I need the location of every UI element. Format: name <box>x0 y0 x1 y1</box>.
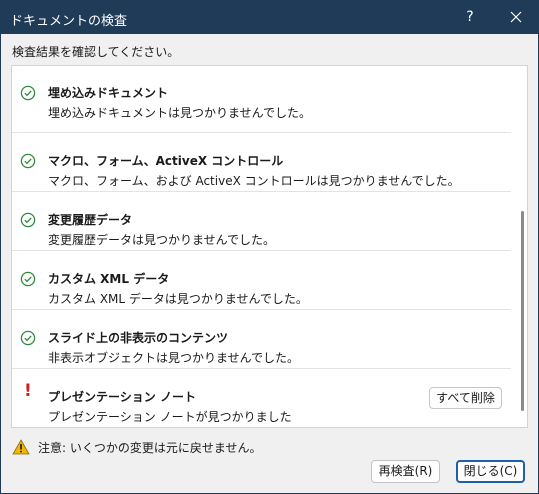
check-circle-icon <box>20 212 36 228</box>
close-button[interactable]: 閉じる(C) <box>456 460 525 483</box>
check-circle-icon <box>20 153 36 169</box>
result-description: マクロ、フォーム、および ActiveX コントロールは見つかりませんでした。 <box>48 174 460 188</box>
window-title: ドキュメントの検査 <box>10 14 128 29</box>
reinspect-button[interactable]: 再検査(R) <box>371 460 440 483</box>
document-inspector-dialog: ドキュメントの検査 ? 検査結果を確認してください。 埋め込みドキュメント 埋め… <box>0 0 539 494</box>
result-item-revision-history: 変更履歴データ 変更履歴データは見つかりませんでした。 <box>12 192 511 251</box>
check-circle-icon <box>20 330 36 346</box>
result-title: プレゼンテーション ノート <box>48 390 196 404</box>
exclamation-icon: ! <box>24 381 32 401</box>
result-item-hidden-slide-content: スライド上の非表示のコンテンツ 非表示オブジェクトは見つかりませんでした。 <box>12 310 511 369</box>
check-circle-icon <box>20 85 36 101</box>
result-item-custom-xml: カスタム XML データ カスタム XML データは見つかりませんでした。 <box>12 251 511 310</box>
result-description: 非表示オブジェクトは見つかりませんでした。 <box>48 351 300 365</box>
result-description: 変更履歴データは見つかりませんでした。 <box>48 233 276 247</box>
result-title: マクロ、フォーム、ActiveX コントロール <box>48 154 284 168</box>
result-title: 埋め込みドキュメント <box>48 86 169 100</box>
result-item-presentation-notes: ! プレゼンテーション ノート プレゼンテーション ノートが見つかりました すべ… <box>12 369 511 427</box>
result-description: 埋め込みドキュメントは見つかりませんでした。 <box>48 106 312 120</box>
result-title: スライド上の非表示のコンテンツ <box>48 331 229 345</box>
result-item-macros-forms-activex: マクロ、フォーム、ActiveX コントロール マクロ、フォーム、および Act… <box>12 133 511 192</box>
result-title: 変更履歴データ <box>48 213 133 227</box>
close-window-button[interactable] <box>496 1 536 34</box>
remove-all-button[interactable]: すべて削除 <box>429 387 502 409</box>
results-list: 埋め込みドキュメント 埋め込みドキュメントは見つかりませんでした。 マクロ、フォ… <box>11 65 528 428</box>
title-bar: ドキュメントの検査 ? <box>1 1 538 34</box>
warning-triangle-icon <box>12 439 30 455</box>
warning-note-text: 注意: いくつかの変更は元に戻せません。 <box>38 441 262 455</box>
check-circle-icon <box>20 271 36 287</box>
instruction-text: 検査結果を確認してください。 <box>12 45 180 59</box>
scrollbar-thumb[interactable] <box>521 211 524 411</box>
close-icon <box>510 11 522 23</box>
result-title: カスタム XML データ <box>48 272 170 286</box>
results-scrollbar[interactable] <box>518 66 527 427</box>
result-description: カスタム XML データは見つかりませんでした。 <box>48 292 308 306</box>
help-button[interactable]: ? <box>450 1 490 34</box>
result-description: プレゼンテーション ノートが見つかりました <box>48 410 292 424</box>
result-item-embedded-documents: 埋め込みドキュメント 埋め込みドキュメントは見つかりませんでした。 <box>12 66 511 133</box>
